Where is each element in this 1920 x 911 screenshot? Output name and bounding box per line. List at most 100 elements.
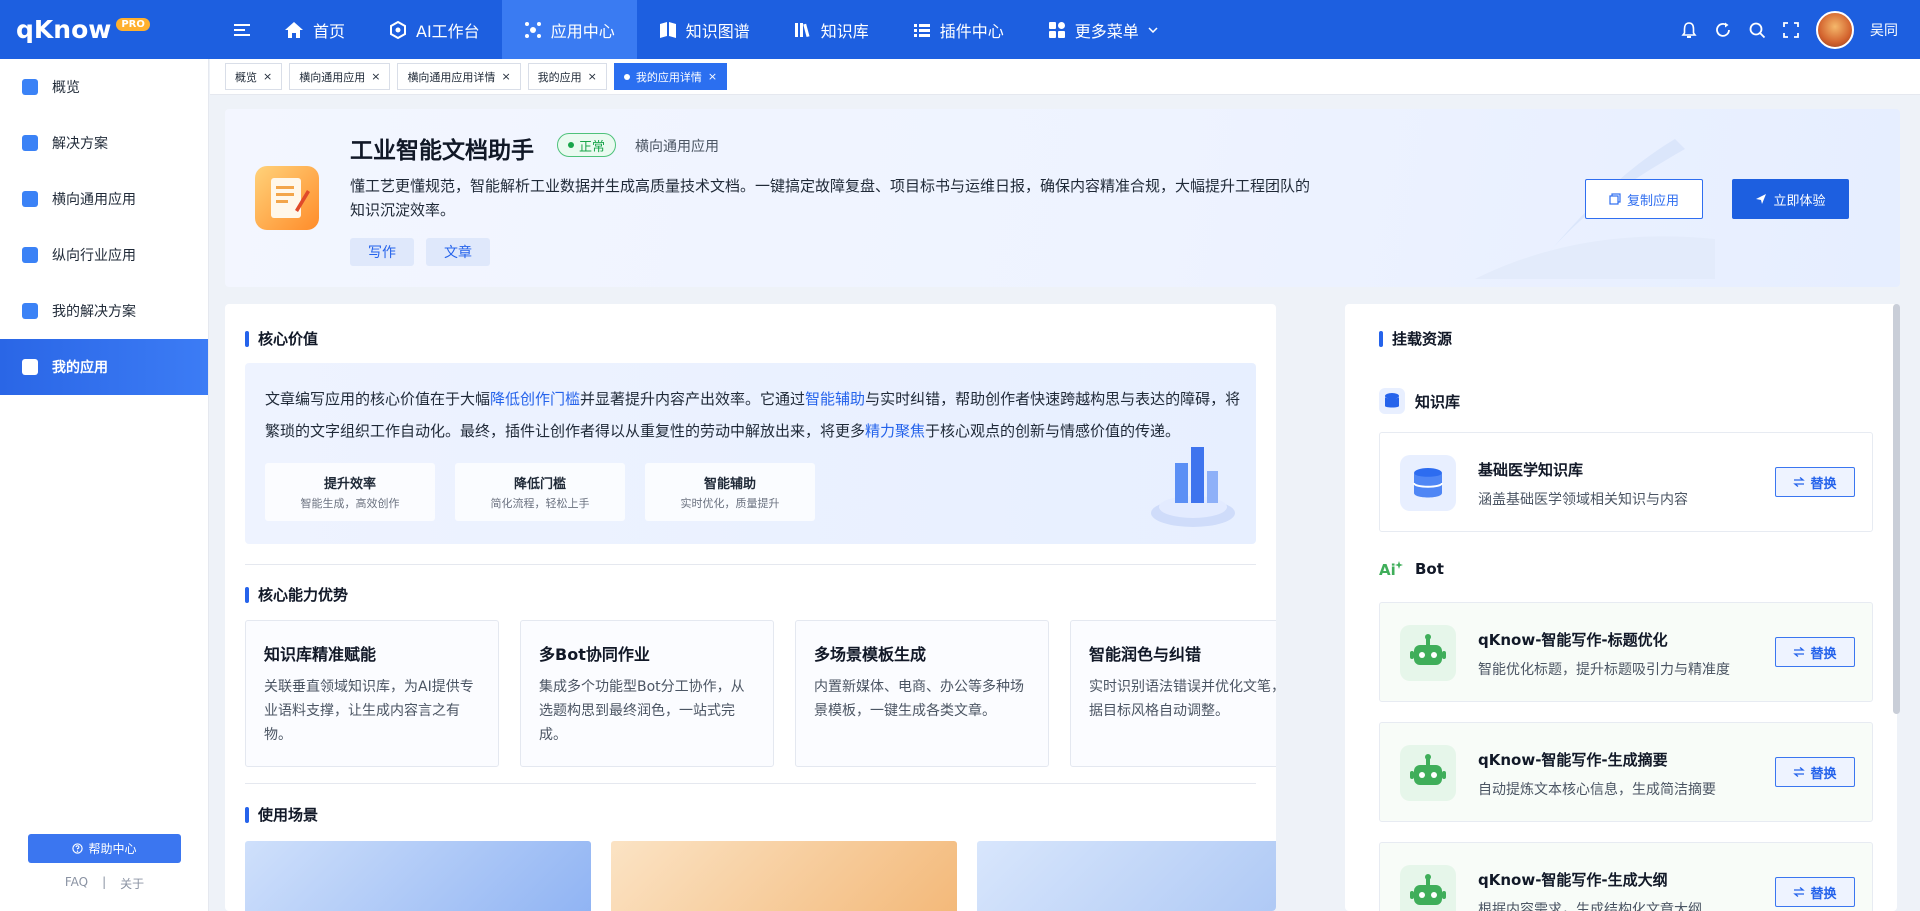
sidebar-footer-links: FAQ | 关于 [0, 875, 209, 892]
swap-icon [1793, 887, 1806, 897]
sidebar-item-vertical-apps[interactable]: 纵向行业应用 [0, 227, 208, 283]
capability-card: 多场景模板生成 内置新媒体、电商、办公等多种场景模板，一键生成各类文章。 [795, 620, 1049, 767]
tab-my-apps[interactable]: 我的应用 × [527, 63, 607, 90]
tab-overview[interactable]: 概览 × [225, 63, 283, 90]
sidebar-item-solutions[interactable]: 解决方案 [0, 115, 208, 171]
resource-desc: 自动提炼文本核心信息，生成简洁摘要 [1478, 782, 1716, 798]
resource-card-bot: qKnow-智能写作-生成大纲 根据内容需求，生成结构化文章大纲 替换 [1379, 842, 1873, 911]
chart-3d-decoration-icon [1151, 447, 1235, 527]
help-center-button[interactable]: 帮助中心 [28, 834, 181, 863]
resource-name: qKnow-智能写作-标题优化 [1478, 631, 1668, 649]
cube-icon [389, 20, 407, 39]
scenario-image[interactable] [245, 841, 591, 911]
core-value-text: 文章编写应用的核心价值在于大幅降低创作门槛并显著提升内容产出效率。它通过智能辅助… [265, 383, 1255, 447]
fullscreen-icon[interactable] [1782, 21, 1800, 39]
sidebar-item-label: 概览 [52, 80, 80, 96]
scenario-image[interactable] [611, 841, 957, 911]
robot-icon [1400, 745, 1456, 801]
sidebar-item-my-solutions[interactable]: 我的解决方案 [0, 283, 208, 339]
logo[interactable]: qKnow PRO [0, 15, 210, 44]
value-card-title: 提升效率 [323, 477, 376, 492]
bell-icon[interactable] [1680, 21, 1698, 39]
capability-card: 知识库精准赋能关联垂直领域知识库，为AI提供专业语料支撑，让生成内容言之有物。 [245, 620, 499, 767]
close-icon[interactable]: × [708, 70, 717, 83]
grid-icon [1048, 21, 1066, 39]
svg-text:Ai: Ai [1379, 561, 1396, 579]
nav-home[interactable]: 首页 [262, 0, 367, 59]
value-card: 智能辅助 实时优化，质量提升 [645, 463, 815, 521]
page-scrollbar[interactable] [1893, 304, 1900, 714]
close-icon[interactable]: × [263, 70, 272, 83]
try-now-button[interactable]: 立即体验 [1732, 179, 1849, 219]
section-title-core-value: 核心价值 [245, 328, 318, 349]
tag[interactable]: 写作 [350, 238, 414, 266]
value-highlight: 智能辅助 [805, 390, 866, 408]
resource-desc: 涵盖基础医学领域相关知识与内容 [1478, 492, 1688, 508]
status-label: 正常 [579, 139, 606, 155]
search-icon[interactable] [1748, 21, 1766, 39]
nav-app-center[interactable]: 应用中心 [501, 0, 637, 59]
divider [245, 564, 1256, 565]
layers-icon [22, 191, 38, 207]
close-icon[interactable]: × [501, 70, 510, 83]
capability-title: 知识库精准赋能 [264, 645, 377, 664]
copy-app-button[interactable]: 复制应用 [1585, 179, 1703, 219]
capability-card: 多Bot协同作业 集成多个功能型Bot分工协作，从选题构思到最终润色，一站式完成。 [520, 620, 774, 767]
swap-icon [1793, 477, 1806, 487]
help-center-label: 帮助中心 [88, 842, 137, 856]
capability-desc: 关联垂直领域知识库，为AI提供专业语料支撑，让生成内容言之有物。 [264, 679, 474, 743]
value-card: 降低门槛 简化流程，轻松上手 [455, 463, 625, 521]
sidebar-item-overview[interactable]: 概览 [0, 59, 208, 115]
nav-plugin-center[interactable]: 插件中心 [891, 0, 1026, 59]
tab-horizontal-app-detail[interactable]: 横向通用应用详情 × [397, 63, 521, 90]
nav-label: AI工作台 [416, 21, 480, 41]
replace-button[interactable]: 替换 [1775, 877, 1855, 907]
refresh-icon[interactable] [1714, 21, 1732, 39]
sidebar-item-label: 纵向行业应用 [52, 248, 136, 264]
about-link[interactable]: 关于 [120, 875, 144, 892]
app-detail-main: 核心价值 文章编写应用的核心价值在于大幅降低创作门槛并显著提升内容产出效率。它通… [225, 304, 1276, 911]
sidebar-item-horizontal-apps[interactable]: 横向通用应用 [0, 171, 208, 227]
sidebar-item-my-apps[interactable]: 我的应用 [0, 339, 208, 395]
nav-ai-workbench[interactable]: AI工作台 [367, 0, 502, 59]
replace-label: 替换 [1810, 646, 1837, 662]
avatar[interactable] [1816, 10, 1854, 49]
replace-button[interactable]: 替换 [1775, 757, 1855, 787]
cube-icon [22, 79, 38, 95]
chevron-down-icon [1148, 26, 1158, 33]
graph-icon [659, 21, 677, 38]
close-icon[interactable]: × [588, 70, 597, 83]
section-title-capabilities: 核心能力优势 [245, 584, 348, 605]
sidebar-item-label: 我的应用 [52, 360, 108, 376]
scenario-image[interactable] [977, 841, 1276, 911]
value-text-part: 于核心观点的创新与情感价值的传递。 [925, 422, 1181, 440]
capability-title: 多Bot协同作业 [539, 645, 650, 664]
user-name[interactable]: 吴同 [1870, 20, 1898, 40]
nav-more-menu[interactable]: 更多菜单 [1026, 0, 1180, 59]
replace-button[interactable]: 替换 [1775, 637, 1855, 667]
value-card-sub: 智能生成，高效创作 [300, 497, 400, 510]
tab-my-app-detail[interactable]: 我的应用详情 × [613, 63, 728, 90]
tag[interactable]: 文章 [426, 238, 490, 266]
resource-desc: 根据内容需求，生成结构化文章大纲 [1478, 902, 1702, 911]
resource-name: qKnow-智能写作-生成大纲 [1478, 871, 1668, 889]
nav-knowledge-graph[interactable]: 知识图谱 [637, 0, 772, 59]
nav-knowledge-base[interactable]: 知识库 [772, 0, 891, 59]
replace-button[interactable]: 替换 [1775, 467, 1855, 497]
section-title-text: 核心价值 [258, 330, 319, 348]
resource-card-bot: qKnow-智能写作-生成摘要 自动提炼文本核心信息，生成简洁摘要 替换 [1379, 722, 1873, 822]
resource-card-knowledge-base: 基础医学知识库 涵盖基础医学领域相关知识与内容 替换 [1379, 432, 1873, 532]
main-nav: 首页 AI工作台 应用中心 知识图谱 知识库 插件中心 更多菜单 [262, 0, 1180, 59]
section-title-text: 使用场景 [258, 806, 319, 824]
swap-icon [1793, 647, 1806, 657]
close-icon[interactable]: × [371, 70, 380, 83]
tab-horizontal-apps[interactable]: 横向通用应用 × [289, 63, 391, 90]
faq-link[interactable]: FAQ [65, 875, 88, 892]
separator: | [102, 875, 107, 889]
menu-toggle-icon[interactable] [222, 23, 262, 37]
nav-label: 首页 [313, 21, 346, 41]
value-highlight: 降低创作门槛 [490, 390, 581, 408]
robot-icon [1400, 865, 1456, 911]
capability-desc: 实时识别语法错误并优化文笔，根据目标风格自动调整。 [1089, 679, 1276, 719]
capability-grid: 知识库精准赋能 关联垂直领域知识库，为AI提供专业语料支撑，让生成内容言之有物。 … [245, 620, 1276, 767]
